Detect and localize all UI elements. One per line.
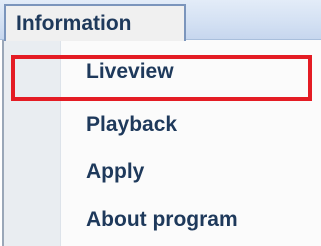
menu-item-apply[interactable]: Apply xyxy=(4,152,321,192)
menu-item-playback[interactable]: Playback xyxy=(4,105,321,145)
menu-item-liveview[interactable]: Liveview xyxy=(4,52,321,92)
menu-information-label: Information xyxy=(16,11,132,35)
menu-item-about-program-label: About program xyxy=(86,208,238,231)
menu-item-liveview-label: Liveview xyxy=(86,60,174,83)
menu-item-playback-label: Playback xyxy=(86,113,178,136)
menu-item-apply-label: Apply xyxy=(86,160,145,183)
information-dropdown: Liveview Playback Apply About program xyxy=(2,40,321,246)
menu-information[interactable]: Information xyxy=(4,4,186,41)
menu-item-about-program[interactable]: About program xyxy=(4,200,321,240)
